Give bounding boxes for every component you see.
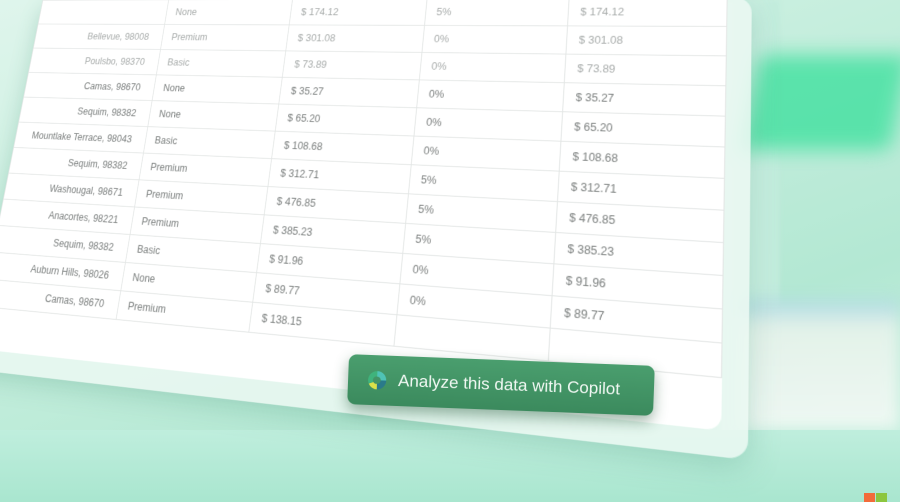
logo-square-red bbox=[864, 493, 875, 502]
background-white-block bbox=[740, 300, 900, 430]
cell-discount[interactable]: 5% bbox=[424, 0, 570, 26]
cell-tier[interactable]: None bbox=[164, 0, 293, 25]
cell-amount[interactable]: $ 73.89 bbox=[282, 50, 422, 80]
background-green-block bbox=[739, 55, 900, 150]
cell-total[interactable]: $ 174.12 bbox=[567, 0, 728, 27]
microsoft-logo bbox=[864, 493, 887, 502]
cell-total[interactable]: $ 301.08 bbox=[566, 25, 727, 56]
cell-city[interactable]: Bellevue, 98008 bbox=[33, 23, 165, 50]
cell-discount[interactable]: 0% bbox=[419, 52, 567, 83]
cell-discount[interactable]: 0% bbox=[416, 79, 565, 112]
copilot-icon bbox=[368, 371, 387, 390]
cell-city[interactable] bbox=[38, 0, 169, 25]
table-row: None $ 174.12 5% $ 174.12 bbox=[38, 0, 728, 27]
data-table: None $ 174.12 5% $ 174.12 Bellevue, 98008 Pre… bbox=[0, 0, 728, 378]
cell-tier[interactable]: None bbox=[151, 74, 283, 105]
cell-amount[interactable]: $ 301.08 bbox=[286, 24, 425, 53]
cell-city[interactable]: Camas, 98670 bbox=[23, 72, 157, 101]
spreadsheet-stage: None $ 174.12 5% $ 174.12 Bellevue, 98008 Pre… bbox=[0, 0, 752, 500]
copilot-button-label: Analyze this data with Copilot bbox=[397, 371, 621, 399]
logo-square-green bbox=[876, 493, 887, 502]
cell-tier[interactable]: Basic bbox=[156, 49, 287, 78]
cell-amount[interactable]: $ 174.12 bbox=[289, 0, 428, 26]
cell-total[interactable]: $ 73.89 bbox=[564, 54, 727, 86]
cell-discount[interactable]: 0% bbox=[421, 25, 568, 55]
cell-city[interactable]: Poulsbo, 98370 bbox=[28, 48, 161, 75]
cell-amount[interactable]: $ 35.27 bbox=[279, 77, 420, 108]
cell-tier[interactable]: Premium bbox=[160, 24, 290, 51]
cell-total[interactable]: $ 35.27 bbox=[563, 82, 726, 117]
